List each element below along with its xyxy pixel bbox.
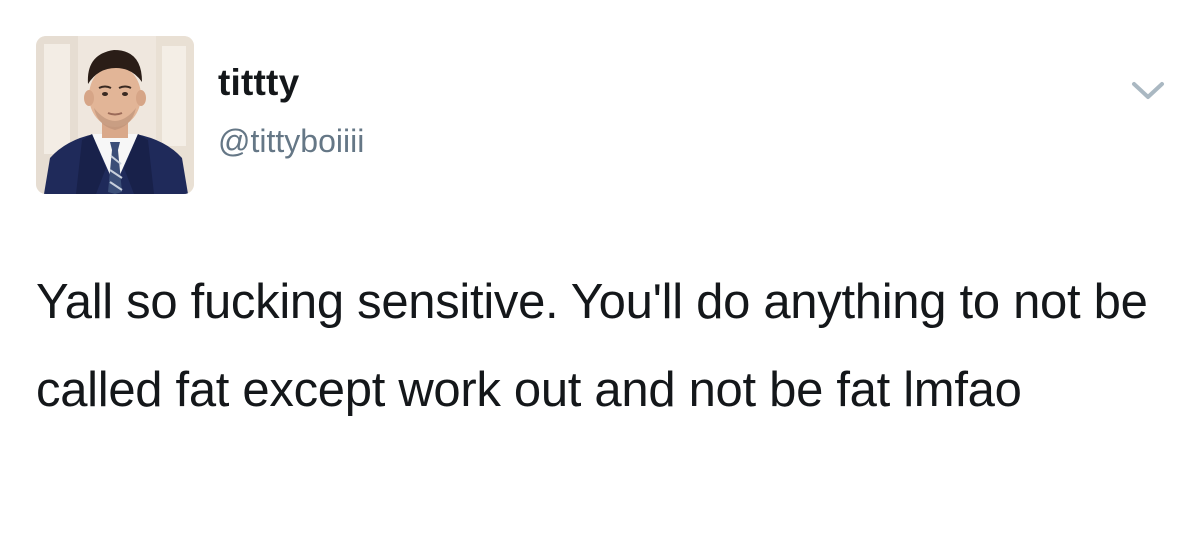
tweet-card: tittty @tittyboiiii Yall so fucking sens…: [0, 0, 1200, 538]
user-handle[interactable]: @tittyboiiii: [218, 125, 364, 157]
tweet-text: Yall so fucking sensitive. You'll do any…: [36, 275, 1148, 417]
avatar[interactable]: [36, 36, 194, 194]
display-name[interactable]: tittty: [218, 64, 299, 101]
profile-photo-icon: [36, 36, 194, 194]
chevron-down-icon[interactable]: [1128, 74, 1168, 106]
